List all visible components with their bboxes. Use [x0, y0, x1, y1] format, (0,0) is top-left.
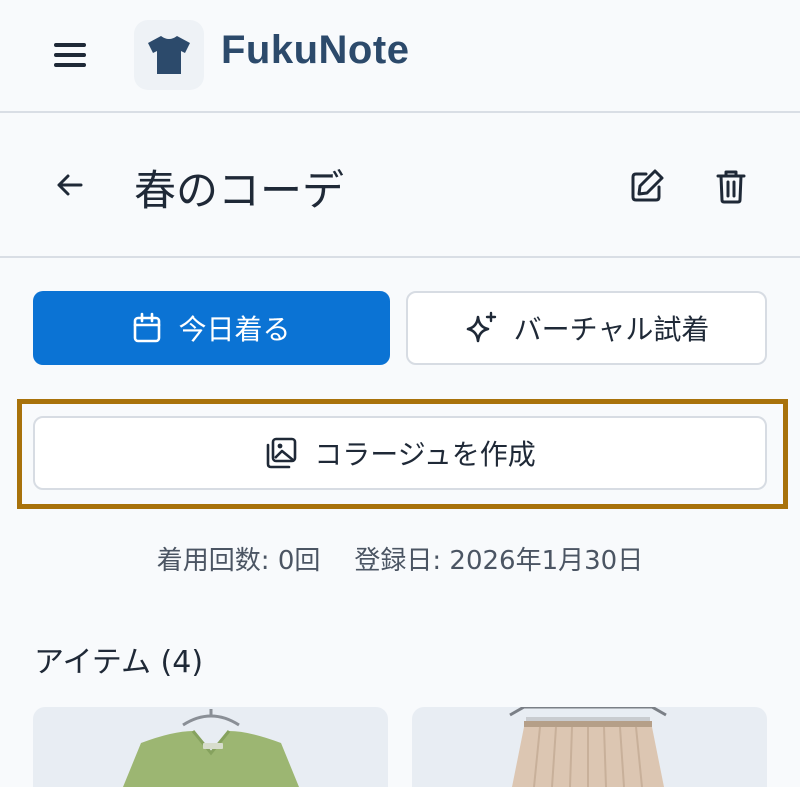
virtual-tryon-label: バーチャル試着: [513, 313, 710, 346]
wear-today-button[interactable]: 今日着る: [33, 291, 390, 365]
trash-icon: [716, 170, 746, 204]
edit-button[interactable]: [626, 165, 668, 207]
app-logo[interactable]: [134, 20, 204, 90]
menu-icon-line: [54, 43, 86, 47]
pleated-skirt-image: [509, 707, 667, 787]
top-app-bar: FukuNote: [0, 0, 800, 113]
create-collage-label: コラージュを作成: [314, 438, 536, 471]
page-title: 春のコーデ: [134, 166, 345, 215]
create-collage-button[interactable]: コラージュを作成: [33, 416, 767, 490]
edit-icon: [631, 169, 664, 202]
sparkles-icon: [466, 311, 496, 343]
items-heading: アイテム (4): [34, 645, 204, 680]
item-card-skirt[interactable]: [412, 707, 767, 787]
arrow-left-icon: [57, 174, 83, 196]
page-header: 春のコーデ: [0, 113, 800, 258]
wear-today-label: 今日着る: [178, 313, 291, 346]
virtual-tryon-button[interactable]: バーチャル試着: [406, 291, 767, 365]
tshirt-icon: [148, 36, 190, 74]
calendar-icon: [134, 312, 161, 343]
image-gallery-icon: [266, 437, 297, 469]
menu-button[interactable]: [48, 34, 94, 76]
menu-icon-line: [54, 63, 86, 67]
menu-icon-line: [54, 53, 86, 57]
app-title: FukuNote: [221, 28, 410, 72]
outfit-stats: 着用回数: 0回 登録日: 2026年1月30日: [0, 540, 800, 577]
back-button[interactable]: [48, 163, 92, 207]
item-card-top[interactable]: [33, 707, 388, 787]
registered-date: 登録日: 2026年1月30日: [354, 546, 644, 576]
wear-count: 着用回数: 0回: [156, 546, 321, 576]
delete-button[interactable]: [710, 165, 752, 207]
cardigan-image: [123, 709, 299, 787]
